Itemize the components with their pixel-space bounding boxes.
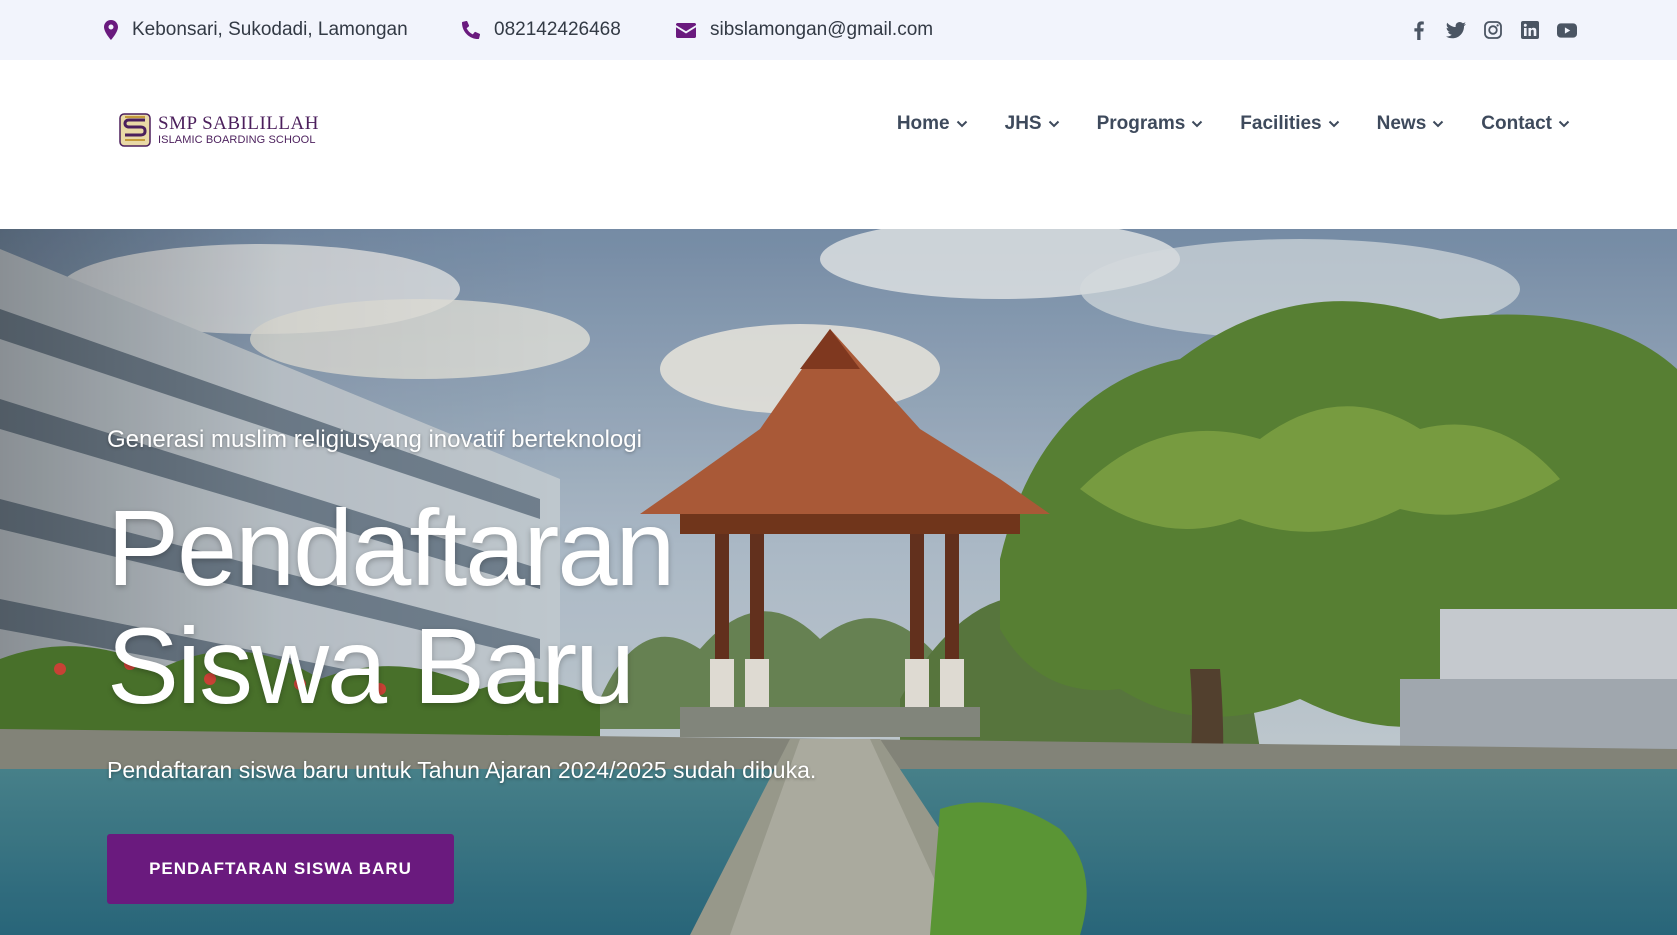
map-marker-icon (104, 20, 118, 40)
envelope-icon (676, 22, 696, 38)
nav-jhs[interactable]: JHS (1005, 113, 1060, 135)
chevron-down-icon (1192, 120, 1203, 128)
hero-description: Pendaftaran siswa baru untuk Tahun Ajara… (107, 757, 817, 783)
phone-item[interactable]: 082142426468 (462, 0, 621, 60)
hero-title-line-2: Siswa Baru (107, 605, 635, 726)
phone-icon (462, 21, 480, 39)
linkedin-link[interactable] (1520, 20, 1540, 40)
address-text: Kebonsari, Sukodadi, Lamongan (132, 19, 408, 40)
chevron-down-icon (1433, 120, 1444, 128)
hero-banner: Generasi muslim religiusyang inovatif be… (0, 229, 1677, 935)
facebook-icon (1414, 20, 1424, 40)
nav-facilities-label: Facilities (1240, 113, 1322, 134)
chevron-down-icon (956, 120, 967, 128)
email-text: sibslamongan@gmail.com (710, 19, 934, 40)
phone-text: 082142426468 (494, 19, 621, 40)
site-header: SMP SABILILLAH ISLAMIC BOARDING SCHOOL H… (0, 60, 1677, 229)
nav-programs-label: Programs (1096, 113, 1186, 134)
nav-news-label: News (1376, 113, 1427, 134)
nav-jhs-label: JHS (1004, 113, 1042, 134)
hero-title-line-1: Pendaftaran (107, 487, 675, 608)
youtube-icon (1557, 22, 1577, 38)
twitter-link[interactable] (1446, 20, 1466, 40)
facebook-link[interactable] (1409, 20, 1429, 40)
top-bar: Kebonsari, Sukodadi, Lamongan 0821424264… (0, 0, 1677, 60)
site-logo[interactable]: SMP SABILILLAH ISLAMIC BOARDING SCHOOL (119, 110, 319, 150)
nav-news[interactable]: News (1377, 113, 1445, 135)
nav-home-label: Home (896, 113, 950, 134)
register-button[interactable]: PENDAFTARAN SISWA BARU (107, 834, 454, 904)
hero-tagline: Generasi muslim religiusyang inovatif be… (107, 426, 642, 453)
logo-subtitle: ISLAMIC BOARDING SCHOOL (158, 134, 316, 146)
hero-content: Generasi muslim religiusyang inovatif be… (107, 229, 1007, 935)
twitter-icon (1446, 21, 1466, 38)
logo-text: SMP SABILILLAH ISLAMIC BOARDING SCHOOL (158, 114, 319, 146)
nav-programs[interactable]: Programs (1097, 113, 1204, 135)
instagram-link[interactable] (1483, 20, 1503, 40)
hero-title: Pendaftaran Siswa Baru (107, 487, 675, 726)
linkedin-icon (1521, 21, 1539, 39)
chevron-down-icon (1328, 120, 1339, 128)
email-item[interactable]: sibslamongan@gmail.com (676, 0, 933, 60)
social-links (1409, 0, 1577, 60)
school-logo-icon (119, 113, 151, 147)
nav-facilities[interactable]: Facilities (1240, 113, 1339, 135)
nav-contact-label: Contact (1481, 113, 1552, 134)
address-item: Kebonsari, Sukodadi, Lamongan (104, 0, 408, 60)
chevron-down-icon (1048, 120, 1059, 128)
logo-title: SMP SABILILLAH (158, 113, 319, 134)
chevron-down-icon (1558, 120, 1570, 128)
instagram-icon (1484, 21, 1502, 39)
nav-contact[interactable]: Contact (1481, 113, 1570, 135)
youtube-link[interactable] (1557, 20, 1577, 40)
main-navigation: Home JHS Programs Facilities News Contac… (897, 60, 1570, 188)
nav-home[interactable]: Home (897, 113, 968, 135)
